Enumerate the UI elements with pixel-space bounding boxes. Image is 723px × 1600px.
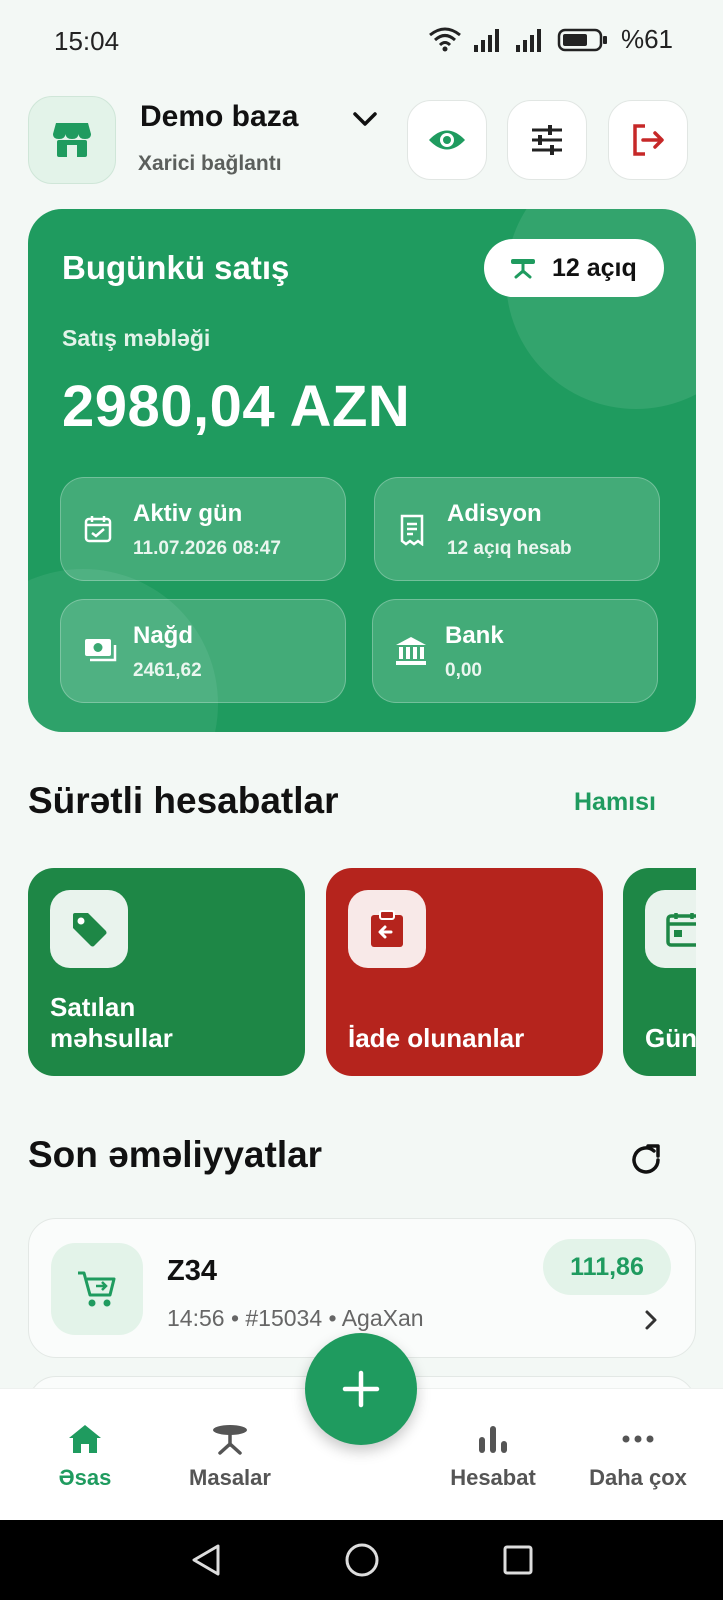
see-all-link[interactable]: Hamısı [574, 788, 656, 817]
eye-icon [429, 130, 465, 150]
transaction-icon-box [51, 1243, 143, 1335]
nav-home[interactable]: Əsas [10, 1423, 160, 1491]
logout-button[interactable] [608, 100, 688, 180]
transaction-meta: 14:56 • #15034 • AgaXan [167, 1305, 424, 1331]
signal-icon-2 [515, 28, 541, 52]
calendar-icon [666, 913, 696, 947]
filter-button[interactable] [507, 100, 587, 180]
header: Demo baza Xarici bağlantı [28, 96, 696, 184]
sales-card-title: Bugünkü satış [62, 249, 290, 286]
receipt-icon [400, 514, 424, 546]
database-name[interactable]: Demo baza [140, 100, 298, 134]
cart-add-icon [78, 1271, 116, 1307]
open-tables-badge[interactable]: 12 açıq [484, 239, 664, 297]
nav-more[interactable]: Daha çox [563, 1423, 713, 1491]
refresh-button[interactable] [626, 1140, 666, 1180]
report-icon-box [348, 890, 426, 968]
recent-apps-icon[interactable] [500, 1542, 536, 1578]
store-icon [53, 123, 91, 157]
tile-value: 11.07.2026 08:47 [133, 538, 281, 559]
connection-type: Xarici bağlantı [138, 152, 282, 175]
tile-title: Nağd [133, 622, 193, 649]
tile-value: 2461,62 [133, 660, 202, 681]
status-time: 15:04 [54, 26, 120, 56]
bar-chart-icon [479, 1426, 507, 1453]
tile-active-day[interactable]: Aktiv gün 11.07.2026 08:47 [60, 477, 346, 581]
nav-reports[interactable]: Hesabat [418, 1423, 568, 1491]
home-icon [69, 1425, 101, 1453]
chevron-right-icon [645, 1310, 657, 1330]
report-label: Satılan məhsullar [50, 992, 173, 1053]
store-button[interactable] [28, 96, 116, 184]
visibility-button[interactable] [407, 100, 487, 180]
tile-cash[interactable]: Nağd 2461,62 [60, 599, 346, 703]
signal-icon [473, 28, 499, 52]
tile-value: 12 açıq hesab [447, 538, 572, 559]
battery-icon [557, 28, 607, 51]
back-icon[interactable] [188, 1542, 224, 1578]
report-icon-box [645, 890, 696, 968]
tile-title: Bank [445, 622, 504, 649]
return-clipboard-icon [371, 910, 403, 947]
quick-reports-carousel[interactable]: Satılan məhsullar İade olunanlar Gün [28, 868, 696, 1078]
refresh-icon [632, 1144, 660, 1174]
nav-label: Masalar [189, 1465, 271, 1490]
transaction-title: Z34 [167, 1255, 217, 1287]
table-icon [511, 259, 535, 279]
sales-amount: 2980,04 AZN [62, 374, 411, 439]
tile-bank[interactable]: Bank 0,00 [372, 599, 658, 703]
nav-label: Daha çox [589, 1465, 687, 1490]
bank-icon [396, 637, 426, 665]
cash-icon [85, 639, 117, 662]
system-navigation-bar [0, 1520, 723, 1600]
report-sold-products[interactable]: Satılan məhsullar [28, 868, 305, 1076]
open-tables-count: 12 açıq [552, 253, 637, 282]
tile-adisyon[interactable]: Adisyon 12 açıq hesab [374, 477, 660, 581]
sales-amount-label: Satış məbləği [62, 325, 211, 351]
tile-title: Adisyon [447, 500, 542, 527]
wifi-icon [429, 27, 461, 51]
sliders-icon [532, 125, 562, 155]
report-label: Gün [645, 1023, 696, 1053]
report-daily[interactable]: Gün [623, 868, 696, 1076]
tile-value: 0,00 [445, 660, 482, 681]
nav-tables[interactable]: Masalar [155, 1423, 305, 1491]
status-icons: %61 [427, 24, 673, 55]
nav-label: Əsas [58, 1465, 112, 1490]
table-icon [213, 1425, 247, 1455]
transaction-amount: 111,86 [543, 1239, 671, 1295]
battery-percent: %61 [620, 24, 673, 54]
report-icon-box [50, 890, 128, 968]
nav-label: Hesabat [450, 1465, 536, 1490]
home-circle-icon[interactable] [344, 1542, 380, 1578]
logout-icon [633, 124, 664, 156]
status-bar: 15:04 %61 [0, 0, 723, 86]
report-returns[interactable]: İade olunanlar [326, 868, 603, 1076]
more-dots-icon [622, 1435, 654, 1443]
today-sales-card: Bugünkü satış 12 açıq Satış məbləği 2980… [28, 209, 696, 732]
recent-operations-title: Son əməliyyatlar [28, 1134, 323, 1175]
chevron-down-icon[interactable] [352, 110, 378, 128]
quick-reports-title: Sürətli hesabatlar [28, 780, 339, 821]
calendar-icon [84, 516, 112, 543]
plus-icon [342, 1370, 380, 1408]
add-button[interactable] [305, 1333, 417, 1445]
tag-icon [73, 913, 107, 947]
report-label: İade olunanlar [348, 1023, 525, 1053]
tile-title: Aktiv gün [133, 500, 243, 527]
